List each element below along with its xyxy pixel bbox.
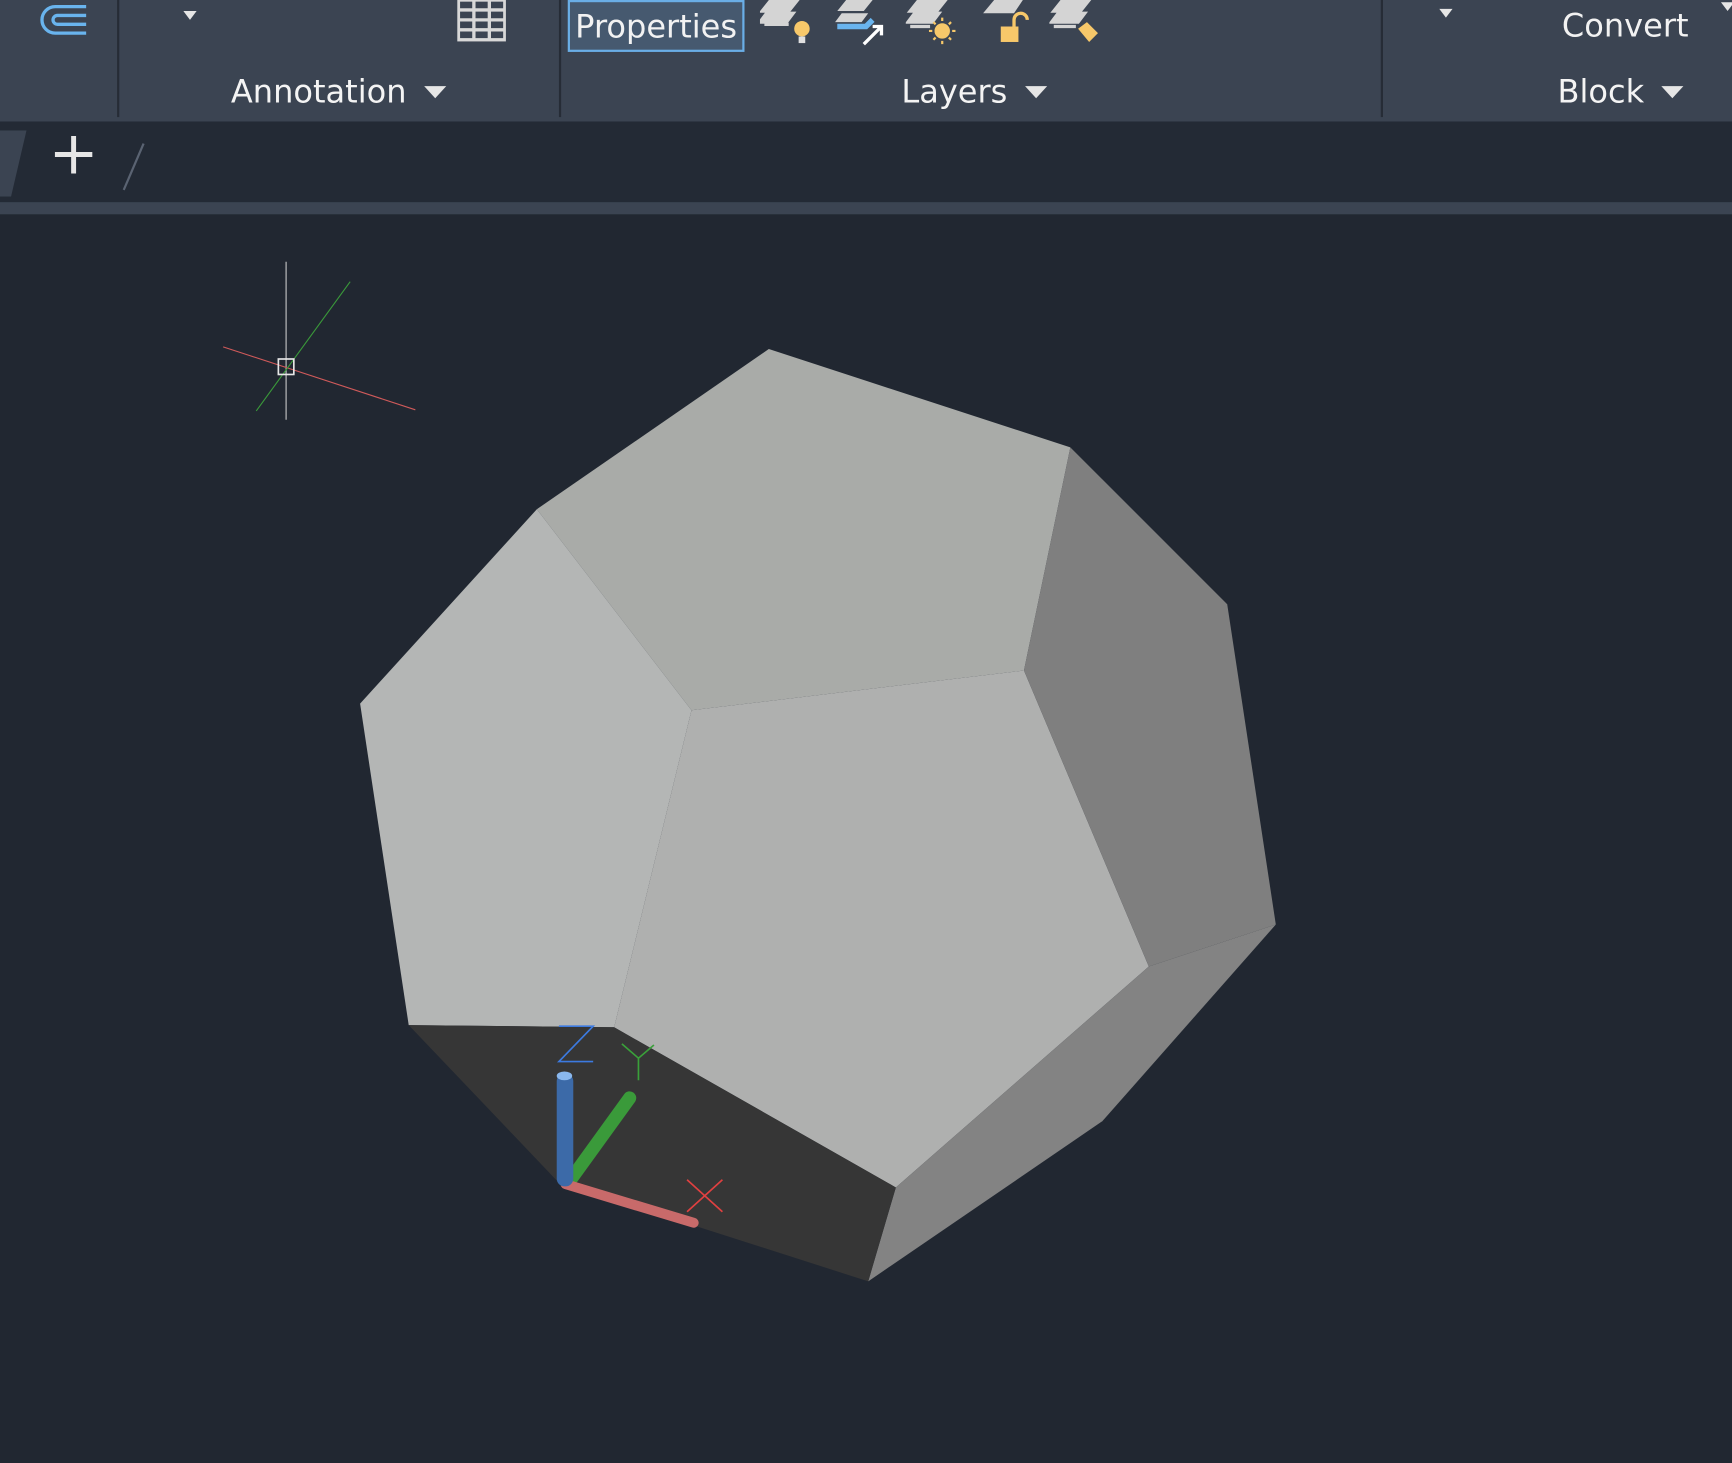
tab-separator (122, 143, 145, 191)
ribbon: Annotation Properties Layers Convert Blo… (0, 0, 1732, 122)
panel-label: Annotation (230, 72, 407, 111)
panel-separator (117, 0, 120, 118)
dodecahedron-solid[interactable] (360, 349, 1276, 1282)
properties-button[interactable]: Properties (567, 0, 745, 52)
layer-unlock-icon[interactable] (979, 0, 1034, 46)
chevron-down-icon (1025, 85, 1048, 98)
new-tab-button[interactable]: + (49, 123, 99, 184)
drawing-viewport[interactable] (0, 214, 1732, 1462)
panel-separator (558, 0, 562, 118)
file-tab-bar: + (0, 121, 1732, 203)
dropdown-arrow-icon[interactable] (183, 11, 197, 20)
dropdown-arrow-icon[interactable] (1720, 2, 1732, 12)
tab-edge (0, 130, 27, 197)
panel-label: Block (1557, 72, 1645, 111)
table-icon[interactable] (457, 0, 506, 42)
layer-off-icon[interactable] (759, 0, 815, 46)
panel-separator (1380, 0, 1383, 118)
dropdown-arrow-icon[interactable] (1439, 8, 1453, 18)
chevron-down-icon (1661, 85, 1684, 98)
layer-isolate-icon[interactable] (905, 0, 961, 46)
panel-layers[interactable]: Layers (901, 72, 1048, 111)
convert-button[interactable]: Convert (1562, 7, 1689, 45)
layer-walk-icon[interactable] (1049, 0, 1104, 46)
tab-strip (0, 202, 1732, 215)
panel-annotation[interactable]: Annotation (230, 72, 447, 111)
panel-block[interactable]: Block (1557, 72, 1684, 111)
layer-match-icon[interactable] (833, 0, 888, 46)
app-partial-icon[interactable] (38, 2, 91, 40)
crosshair-cursor (222, 261, 416, 420)
chevron-down-icon (424, 85, 447, 98)
panel-label: Layers (901, 72, 1008, 111)
